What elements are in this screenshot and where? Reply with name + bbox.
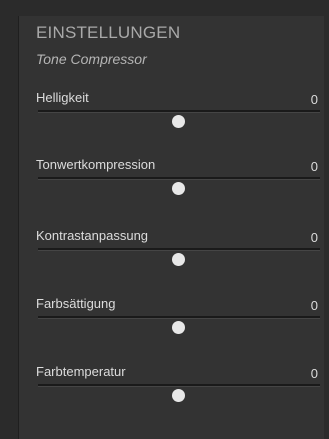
slider-helligkeit[interactable]: Helligkeit 0 xyxy=(36,90,320,130)
slider-label: Helligkeit xyxy=(36,90,89,105)
slider-value: 0 xyxy=(310,230,318,245)
slider-knob[interactable] xyxy=(171,115,185,128)
panel-subtitle: Tone Compressor xyxy=(36,51,147,67)
slider-label: Tonwertkompression xyxy=(36,157,156,172)
slider-value: 0 xyxy=(310,159,318,174)
slider-farbsaettigung[interactable]: Farbsättigung 0 xyxy=(36,296,320,336)
slider-farbtemperatur[interactable]: Farbtemperatur 0 xyxy=(36,364,320,404)
slider-track[interactable] xyxy=(38,316,320,319)
slider-knob[interactable] xyxy=(171,182,185,195)
slider-label: Kontrastanpassung xyxy=(36,228,149,243)
slider-track[interactable] xyxy=(38,384,320,387)
slider-track[interactable] xyxy=(38,248,320,251)
slider-label: Farbsättigung xyxy=(36,296,116,311)
slider-label: Farbtemperatur xyxy=(36,364,126,379)
slider-knob[interactable] xyxy=(171,253,185,266)
slider-knob[interactable] xyxy=(171,321,185,334)
slider-value: 0 xyxy=(310,92,318,107)
slider-value: 0 xyxy=(310,298,318,313)
slider-kontrastanpassung[interactable]: Kontrastanpassung 0 xyxy=(36,228,320,268)
slider-track[interactable] xyxy=(38,110,320,113)
slider-knob[interactable] xyxy=(171,389,185,402)
slider-tonwertkompression[interactable]: Tonwertkompression 0 xyxy=(36,157,320,197)
panel-title: EINSTELLUNGEN xyxy=(36,23,181,42)
slider-track[interactable] xyxy=(38,177,320,180)
settings-panel: EINSTELLUNGEN Tone Compressor Helligkeit… xyxy=(18,16,324,439)
slider-value: 0 xyxy=(310,366,318,381)
